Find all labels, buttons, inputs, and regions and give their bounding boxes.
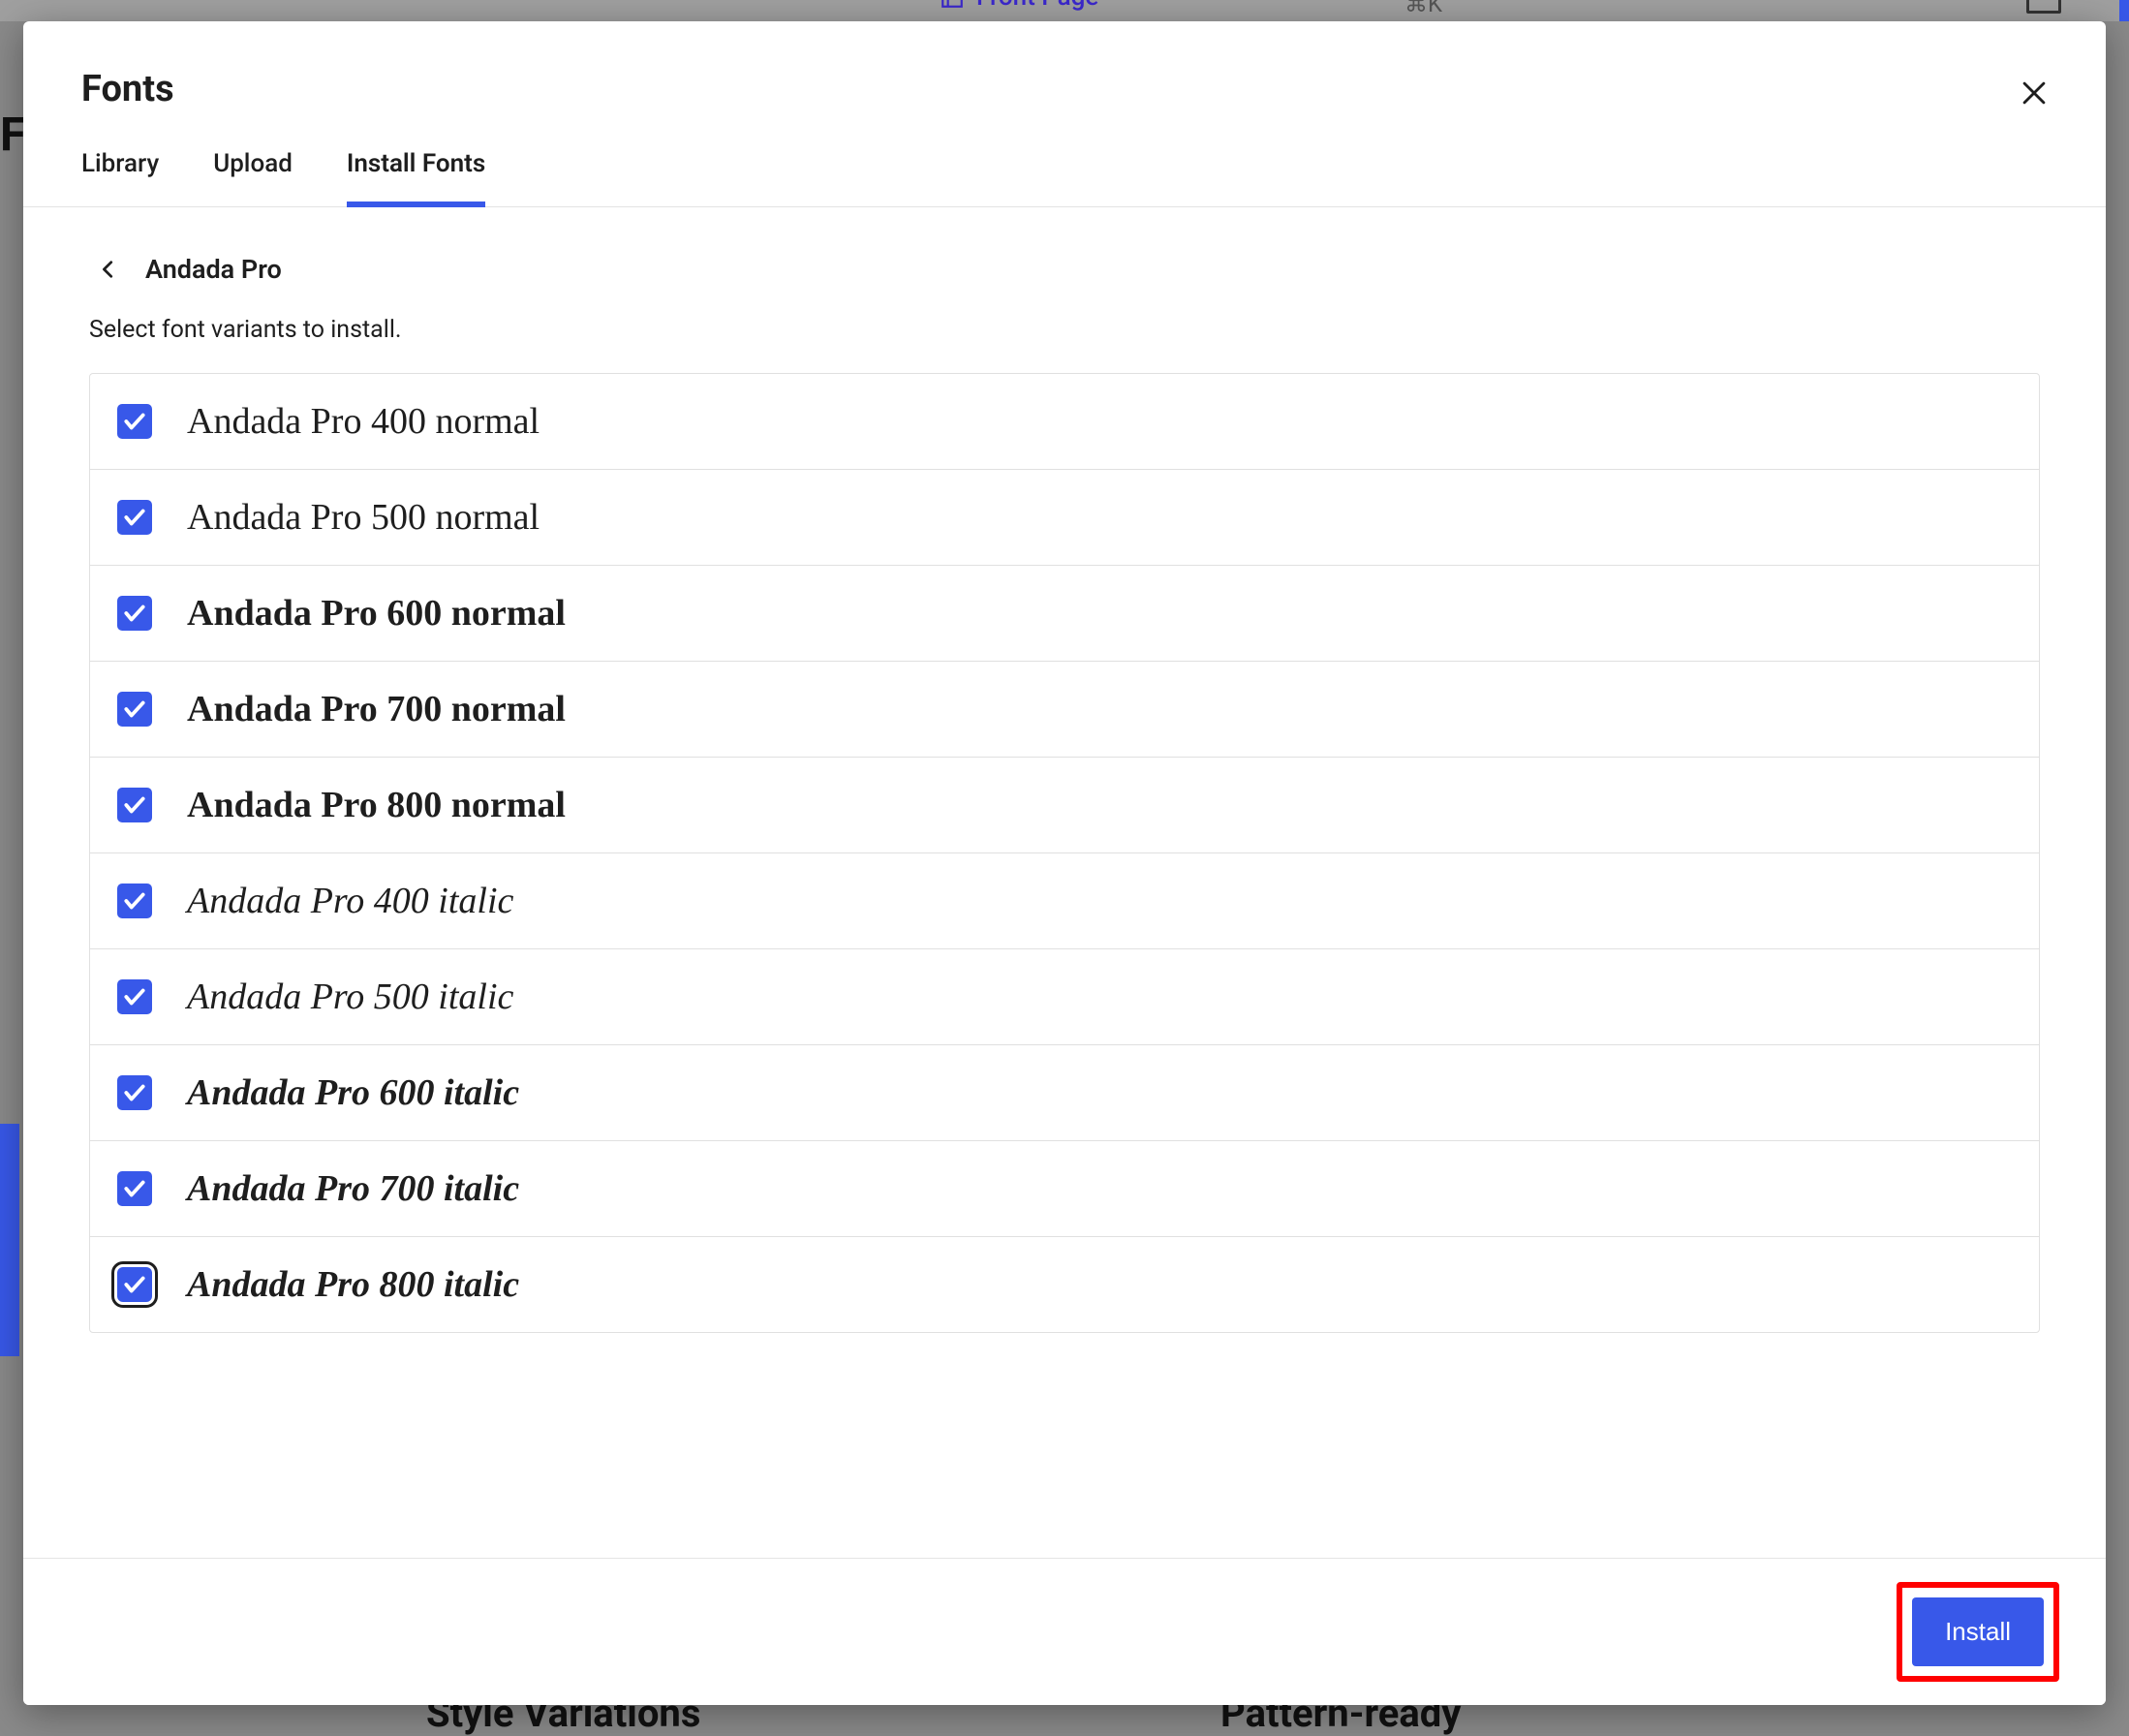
check-icon [122, 1176, 147, 1201]
close-button[interactable] [2011, 70, 2057, 116]
variant-label: Andada Pro 800 italic [187, 1266, 519, 1303]
background-blue-edge [2119, 0, 2129, 21]
variant-checkbox[interactable] [117, 404, 152, 439]
variant-row[interactable]: Andada Pro 700 normal [90, 662, 2039, 758]
tabs: Library Upload Install Fonts [23, 110, 2106, 207]
variant-checkbox[interactable] [117, 596, 152, 631]
install-button[interactable]: Install [1912, 1597, 2044, 1666]
check-icon [122, 888, 147, 914]
background-blue-strip [0, 1124, 19, 1356]
check-icon [122, 1080, 147, 1105]
variant-checkbox[interactable] [117, 1075, 152, 1110]
variant-label: Andada Pro 600 italic [187, 1074, 519, 1111]
check-icon [122, 1272, 147, 1297]
modal-title: Fonts [81, 68, 2048, 110]
fonts-modal: Fonts Library Upload Install Fonts Andada … [23, 21, 2106, 1705]
view-icon [2026, 0, 2061, 14]
background-shortcut: ⌘K [1404, 0, 1442, 17]
variant-row[interactable]: Andada Pro 500 normal [90, 470, 2039, 566]
modal-body: Andada Pro Select font variants to insta… [23, 207, 2106, 1558]
variant-checkbox[interactable] [117, 1171, 152, 1206]
tab-library[interactable]: Library [81, 149, 159, 207]
check-icon [122, 984, 147, 1009]
variant-label: Andada Pro 500 normal [187, 499, 540, 536]
variant-checkbox[interactable] [117, 884, 152, 918]
variant-row[interactable]: Andada Pro 400 italic [90, 853, 2039, 949]
check-icon [122, 601, 147, 626]
variant-label: Andada Pro 500 italic [187, 978, 513, 1015]
breadcrumb: Andada Pro [89, 250, 2040, 289]
variant-row[interactable]: Andada Pro 400 normal [90, 374, 2039, 470]
modal-footer: Install [23, 1558, 2106, 1705]
variant-row[interactable]: Andada Pro 700 italic [90, 1141, 2039, 1237]
modal-header: Fonts [23, 21, 2106, 110]
variant-label: Andada Pro 400 normal [187, 403, 540, 440]
variant-checkbox[interactable] [117, 692, 152, 727]
variant-checkbox[interactable] [117, 788, 152, 822]
variant-row[interactable]: Andada Pro 800 italic [90, 1237, 2039, 1332]
variant-label: Andada Pro 600 normal [187, 595, 566, 632]
variant-label: Andada Pro 400 italic [187, 883, 513, 919]
check-icon [122, 697, 147, 722]
front-page-label: Front Page [976, 0, 1098, 12]
variant-row[interactable]: Andada Pro 600 italic [90, 1045, 2039, 1141]
variant-label: Andada Pro 700 italic [187, 1170, 519, 1207]
instruction-text: Select font variants to install. [89, 316, 2040, 344]
check-icon [122, 409, 147, 434]
variant-row[interactable]: Andada Pro 600 normal [90, 566, 2039, 662]
page-icon [940, 0, 965, 10]
background-front-page: Front Page [940, 0, 1098, 12]
chevron-left-icon [98, 259, 119, 280]
check-icon [122, 792, 147, 818]
tab-install-fonts[interactable]: Install Fonts [347, 149, 485, 207]
back-button[interactable] [89, 250, 128, 289]
variant-list: Andada Pro 400 normal Andada Pro 500 norm… [89, 373, 2040, 1333]
variant-checkbox[interactable] [117, 1267, 152, 1302]
check-icon [122, 505, 147, 530]
variant-checkbox[interactable] [117, 979, 152, 1014]
variant-row[interactable]: Andada Pro 800 normal [90, 758, 2039, 853]
variant-label: Andada Pro 800 normal [187, 787, 566, 823]
tab-upload[interactable]: Upload [213, 149, 293, 207]
variant-checkbox[interactable] [117, 500, 152, 535]
install-highlight: Install [1897, 1582, 2059, 1682]
variant-label: Andada Pro 700 normal [187, 691, 566, 728]
breadcrumb-title: Andada Pro [145, 254, 282, 285]
background-left-letter: F [0, 107, 25, 162]
close-icon [2018, 77, 2051, 109]
variant-row[interactable]: Andada Pro 500 italic [90, 949, 2039, 1045]
